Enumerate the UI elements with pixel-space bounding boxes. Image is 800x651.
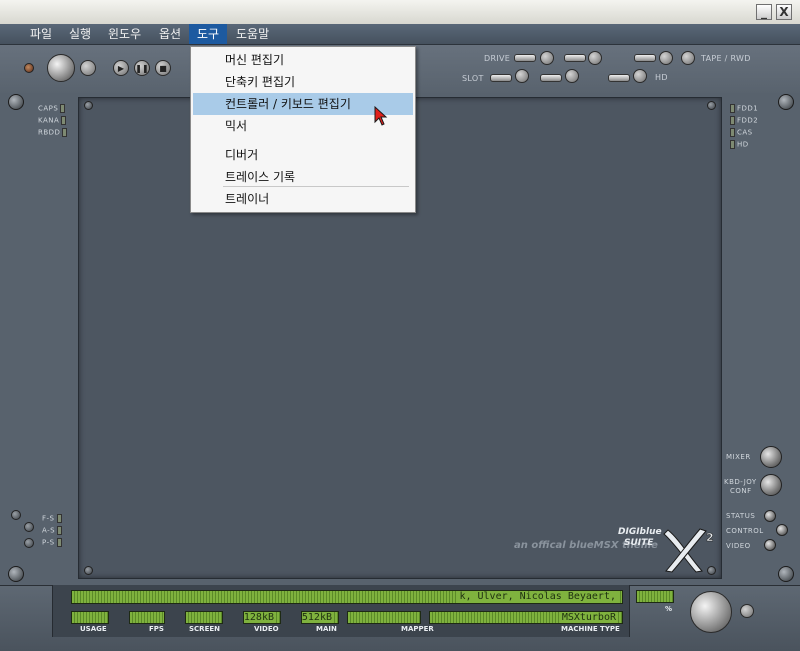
hd-label: HD: [655, 73, 668, 82]
menu-help[interactable]: 도움말: [228, 24, 277, 44]
a-s-indicator: A-S: [42, 526, 64, 535]
drive-b-slot[interactable]: [564, 54, 586, 62]
screw-icon: [778, 566, 794, 582]
tools-dropdown: 머신 편집기 단축키 편집기 컨트롤러 / 키보드 편집기 믹서 디버거 트레이…: [190, 46, 416, 213]
kbd-joy-conf-button[interactable]: [760, 474, 782, 496]
dd-debugger[interactable]: 디버거: [193, 144, 413, 166]
tape-rwd-label: TAPE / RWD: [701, 54, 751, 63]
title-bar: _ X: [0, 0, 800, 25]
dd-shortcut-editor[interactable]: 단축키 편집기: [193, 71, 413, 93]
a-s-button[interactable]: [24, 522, 34, 532]
mapper-label: MAPPER: [401, 625, 434, 633]
p-s-indicator: P-S: [42, 538, 64, 547]
dd-trace-logger[interactable]: 트레이스 기록: [193, 166, 413, 188]
status-label: STATUS: [726, 512, 756, 520]
suite-label: SUITE: [624, 538, 654, 548]
cart-2-eject-button[interactable]: [565, 69, 579, 83]
dd-trainer[interactable]: 트레이너: [193, 188, 413, 210]
usage-label: USAGE: [80, 625, 107, 633]
cart-1-slot[interactable]: [490, 74, 512, 82]
screw-icon: [707, 101, 716, 110]
video-value: 128kB: [243, 612, 276, 623]
stop-icon[interactable]: ■: [155, 60, 171, 76]
minimize-button[interactable]: _: [756, 4, 772, 20]
fdd2-indicator: FDD2: [728, 116, 758, 125]
status-button[interactable]: [764, 510, 776, 522]
screw-icon: [84, 566, 93, 575]
fps-display: [129, 611, 165, 624]
main-value: 512kB: [301, 612, 334, 623]
cart-2-slot[interactable]: [540, 74, 562, 82]
machine-type-display: MSXturboR: [429, 611, 623, 624]
reset-button[interactable]: [80, 60, 96, 76]
control-button[interactable]: [776, 524, 788, 536]
hd-slot[interactable]: [608, 74, 630, 82]
mapper-display: [347, 611, 421, 624]
volume-percent-label: %: [665, 605, 673, 613]
screw-icon: [8, 94, 24, 110]
svg-text:2: 2: [706, 531, 714, 544]
menu-file[interactable]: 파일: [22, 24, 60, 44]
tape-rewind-button[interactable]: [681, 51, 695, 65]
fps-label: FPS: [149, 625, 164, 633]
power-led-icon: [24, 63, 34, 73]
tape-eject-button[interactable]: [659, 51, 673, 65]
video-display: 128kB: [243, 611, 281, 624]
control-label: CONTROL: [726, 527, 764, 535]
screw-icon: [84, 101, 93, 110]
volume-display: [636, 590, 674, 603]
mixer-label: MIXER: [726, 453, 751, 461]
main-display: 512kB: [301, 611, 339, 624]
drive-a-eject-button[interactable]: [540, 51, 554, 65]
menu-bar: 파일 실행 윈도우 옵션 도구 도움말: [0, 24, 800, 45]
usage-display: [71, 611, 109, 624]
hd-indicator: HD: [728, 140, 749, 149]
conf-label: CONF: [730, 487, 752, 495]
power-knob[interactable]: [47, 54, 75, 82]
video-label: VIDEO: [726, 542, 751, 550]
pause-icon[interactable]: ❚❚: [134, 60, 150, 76]
dd-machine-editor[interactable]: 머신 편집기: [193, 49, 413, 71]
menu-window[interactable]: 윈도우: [100, 24, 149, 44]
screw-icon: [778, 94, 794, 110]
tape-slot[interactable]: [634, 54, 656, 62]
p-s-button[interactable]: [24, 538, 34, 548]
menu-run[interactable]: 실행: [61, 24, 99, 44]
f-s-indicator: F-S: [42, 514, 64, 523]
menu-tools[interactable]: 도구: [189, 24, 228, 44]
machine-type-value: MSXturboR: [559, 612, 618, 623]
slot-label: SLOT: [462, 74, 484, 83]
screw-icon: [8, 566, 24, 582]
close-button[interactable]: X: [776, 4, 792, 20]
menu-options[interactable]: 옵션: [151, 24, 189, 44]
caps-indicator: CAPS: [38, 104, 67, 113]
hd-eject-button[interactable]: [633, 69, 647, 83]
kbd-joy-label: KBD-JOY: [724, 478, 757, 486]
cas-indicator: CAS: [728, 128, 753, 137]
digiblue-suite-logo: DIGIblue SUITE 2: [618, 525, 718, 575]
fdd1-indicator: FDD1: [728, 104, 758, 113]
machine-type-label: MACHINE TYPE: [561, 625, 620, 633]
mute-button[interactable]: [740, 604, 754, 618]
video-button[interactable]: [764, 539, 776, 551]
digiblue-label: DIGIblue: [618, 527, 662, 537]
mouse-cursor-icon: [374, 106, 388, 126]
cart-1-eject-button[interactable]: [515, 69, 529, 83]
f-s-button[interactable]: [11, 510, 21, 520]
mixer-button[interactable]: [760, 446, 782, 468]
volume-knob[interactable]: [690, 591, 732, 633]
scrolling-credits-text: k, Ulver, Nicolas Beyaert,: [457, 591, 618, 603]
scrolling-credits-display: k, Ulver, Nicolas Beyaert,: [71, 590, 623, 604]
kana-indicator: KANA: [38, 116, 68, 125]
video-label: VIDEO: [254, 625, 279, 633]
drive-a-slot[interactable]: [514, 54, 536, 62]
play-icon[interactable]: ▶: [113, 60, 129, 76]
main-label: MAIN: [316, 625, 337, 633]
rbdd-indicator: RBDD: [38, 128, 69, 137]
drive-label: DRIVE: [484, 54, 511, 63]
screen-label: SCREEN: [189, 625, 220, 633]
screen-display: [185, 611, 223, 624]
drive-b-eject-button[interactable]: [588, 51, 602, 65]
lcd-panel: k, Ulver, Nicolas Beyaert, 128kB 512kB M…: [52, 585, 630, 637]
